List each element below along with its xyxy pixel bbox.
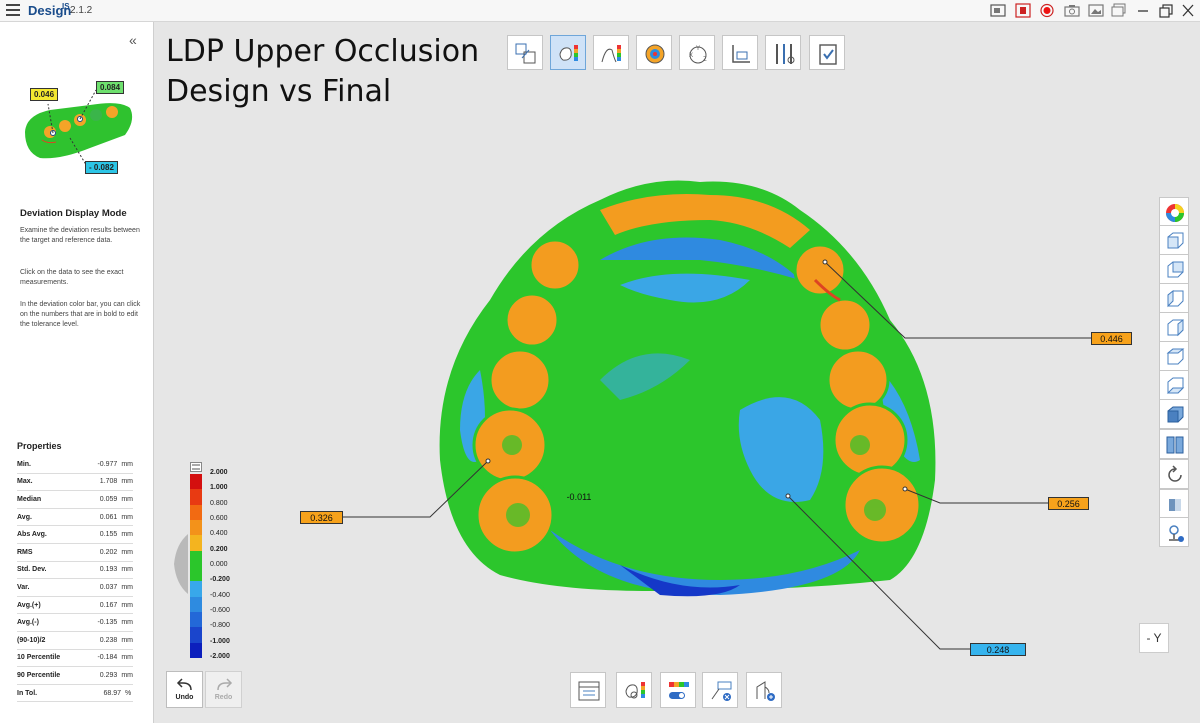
color-bar-segment <box>190 535 202 552</box>
color-bar-tick: 0.800 <box>210 499 228 507</box>
deviation-settings-icon <box>625 682 645 699</box>
color-bar-tick: 0.400 <box>210 530 228 538</box>
color-bar-tick[interactable]: -1.000 <box>210 638 230 645</box>
scale-settings-icon[interactable] <box>190 462 202 472</box>
view-iso-button[interactable] <box>1159 399 1189 429</box>
view-left-button[interactable] <box>1159 283 1189 313</box>
rotate-icon <box>1168 465 1182 482</box>
view-right-button[interactable] <box>1159 312 1189 342</box>
cube-right-icon <box>1167 318 1184 337</box>
deviation-color-bar: 2.000 1.000 0.800 0.600 0.400 0.200 0.000 -0.20… <box>174 462 248 662</box>
add-section-icon <box>756 681 775 701</box>
color-bar-tick: 0.600 <box>210 515 228 522</box>
center-deviation-label[interactable]: -0.011 <box>564 490 594 505</box>
color-bar-segment <box>190 504 202 521</box>
color-bar-segment <box>190 596 202 613</box>
color-bar <box>190 474 202 659</box>
color-bar-tick[interactable]: -2.000 <box>210 653 230 660</box>
undo-label: Undo <box>175 694 194 701</box>
color-bar-segment <box>190 550 202 567</box>
color-bar-tick: 0.000 <box>210 561 228 568</box>
callout-leaders <box>343 259 1091 650</box>
view-front-button[interactable] <box>1159 225 1189 255</box>
deviation-settings-button[interactable] <box>616 672 652 708</box>
undo-icon <box>176 678 192 691</box>
reset-view-button[interactable] <box>1159 459 1189 489</box>
add-section-button[interactable] <box>746 672 782 708</box>
color-wheel-button[interactable] <box>1159 197 1189 227</box>
cube-back-icon <box>1167 261 1184 278</box>
redo-label: Redo <box>214 694 233 701</box>
report-icon <box>578 681 600 701</box>
view-back-button[interactable] <box>1159 254 1189 284</box>
color-bar-tick[interactable]: 1.000 <box>210 484 228 491</box>
deviation-callout[interactable]: 0.326 <box>300 511 343 524</box>
color-bar-tick[interactable]: -0.200 <box>210 576 230 583</box>
color-bar-segment <box>190 581 202 598</box>
cube-left-icon <box>1167 289 1184 308</box>
split-view-button[interactable] <box>1159 429 1189 459</box>
delete-label-icon <box>711 681 732 701</box>
deviation-callout[interactable]: 0.256 <box>1048 497 1089 510</box>
cube-solid-icon <box>1167 406 1184 423</box>
deviation-callout[interactable]: 0.248 <box>970 643 1026 656</box>
delete-label-button[interactable] <box>702 672 738 708</box>
color-bar-tick: -0.400 <box>210 591 230 599</box>
color-bar-segment <box>190 489 202 506</box>
redo-button[interactable]: Redo <box>205 671 242 708</box>
undo-button[interactable]: Undo <box>166 671 203 708</box>
view-direction-label[interactable]: - Y <box>1139 623 1169 653</box>
color-bar-segment <box>190 612 202 628</box>
color-bar-segment <box>190 642 202 659</box>
view-bottom-button[interactable] <box>1159 370 1189 400</box>
color-bar-toggle-button[interactable] <box>660 672 696 708</box>
color-bar-tick[interactable]: 2.000 <box>210 469 228 476</box>
toggle-on-icon <box>669 682 689 699</box>
color-bar-segment <box>190 474 202 490</box>
split-view-icon <box>1166 436 1184 454</box>
view-top-button[interactable] <box>1159 341 1189 371</box>
deviation-callout[interactable]: 0.446 <box>1091 332 1132 345</box>
color-bar-segment <box>190 520 202 536</box>
color-bar-tick[interactable]: 0.200 <box>210 546 228 553</box>
cube-top-icon <box>1166 348 1185 365</box>
histogram-curve <box>174 534 188 594</box>
color-wheel-icon <box>1166 204 1184 222</box>
transparency-button[interactable] <box>1159 489 1189 519</box>
color-bar-segment <box>190 566 202 582</box>
cube-front-icon <box>1167 232 1184 249</box>
marker-add-icon <box>1169 525 1184 542</box>
color-bar-segment <box>190 627 202 644</box>
transparency-icon <box>1169 499 1181 511</box>
color-bar-tick: -0.800 <box>210 622 230 630</box>
cube-bottom-icon <box>1166 377 1185 394</box>
report-button[interactable] <box>570 672 606 708</box>
color-bar-tick: -0.600 <box>210 607 230 614</box>
add-marker-button[interactable] <box>1159 517 1189 547</box>
redo-icon <box>217 678 233 691</box>
